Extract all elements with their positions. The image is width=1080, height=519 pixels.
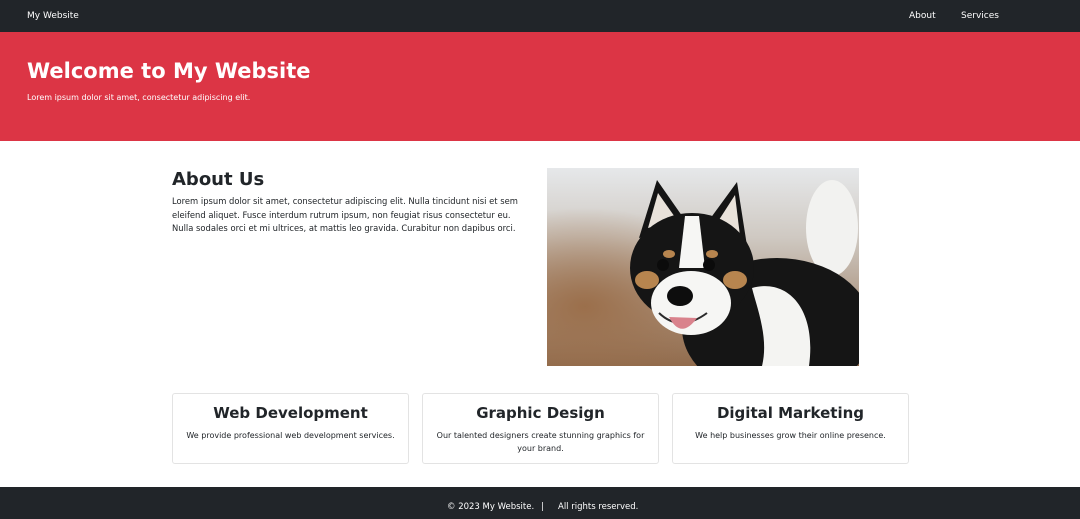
- service-card-title: Digital Marketing: [716, 404, 865, 422]
- service-card-title: Web Development: [213, 404, 368, 422]
- hero-title: Welcome to My Website: [27, 59, 311, 83]
- hero-banner: Welcome to My Website Lorem ipsum dolor …: [0, 32, 1080, 141]
- service-card-title: Graphic Design: [476, 404, 605, 422]
- footer-copyright: © 2023 My Website.: [447, 502, 535, 512]
- service-card-text: We help businesses grow their online pre…: [695, 431, 886, 440]
- brand-link[interactable]: My Website: [27, 0, 79, 32]
- nav-link-about[interactable]: About: [909, 0, 936, 32]
- dog-photo: [547, 168, 859, 366]
- dog-illustration: [547, 168, 859, 366]
- nav-link-services[interactable]: Services: [961, 0, 999, 32]
- footer: © 2023 My Website. | All rights reserved…: [0, 487, 1080, 519]
- service-card-text: We provide professional web development …: [186, 431, 395, 440]
- service-card-text: Our talented designers create stunning g…: [436, 431, 645, 453]
- service-card-graphic-design: Graphic Design Our talented designers cr…: [422, 393, 659, 464]
- footer-separator: |: [541, 502, 544, 512]
- service-card-digital-marketing: Digital Marketing We help businesses gro…: [672, 393, 909, 464]
- about-text: Lorem ipsum dolor sit amet, consectetur …: [172, 196, 518, 233]
- hero-subtitle: Lorem ipsum dolor sit amet, consectetur …: [27, 93, 251, 102]
- footer-rights: All rights reserved.: [558, 502, 639, 512]
- about-title: About Us: [172, 169, 265, 190]
- navbar: My Website About Services: [0, 0, 1080, 32]
- service-card-web-development: Web Development We provide professional …: [172, 393, 409, 464]
